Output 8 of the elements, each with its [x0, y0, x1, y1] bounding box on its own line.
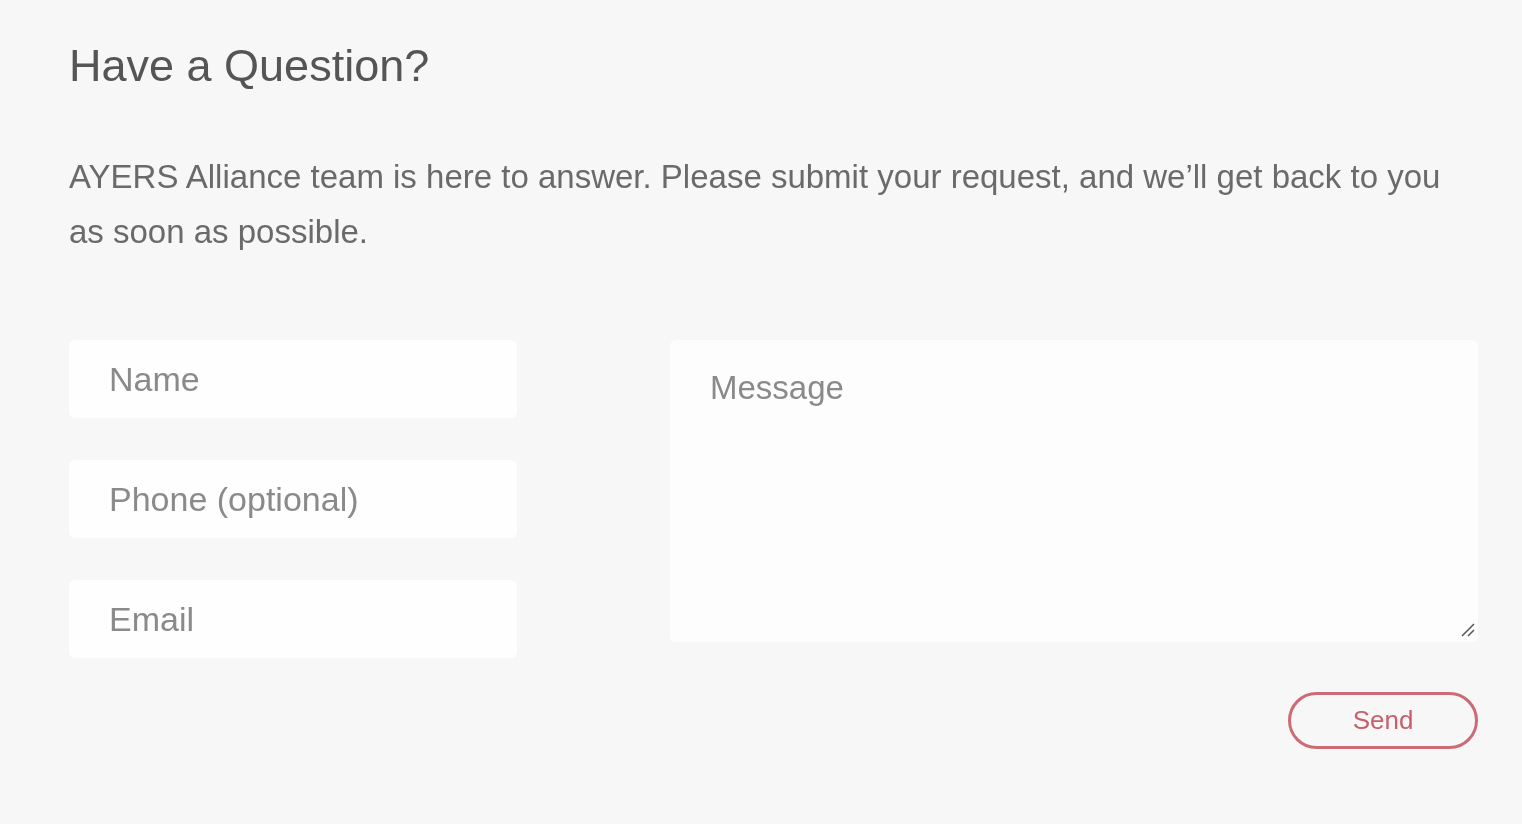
- send-button[interactable]: Send: [1288, 692, 1478, 749]
- page-heading: Have a Question?: [69, 39, 430, 93]
- message-field[interactable]: Message: [670, 340, 1478, 642]
- input-field[interactable]: Name: [69, 340, 517, 418]
- input-field[interactable]: Email: [69, 580, 517, 658]
- intro-paragraph: AYERS Alliance team is here to answer. Please submit your request, and we’ll get back to you as soon as possible.: [69, 157, 1442, 252]
- input-field[interactable]: Phone (optional): [69, 460, 517, 538]
- resize-grip-icon[interactable]: [1461, 623, 1475, 637]
